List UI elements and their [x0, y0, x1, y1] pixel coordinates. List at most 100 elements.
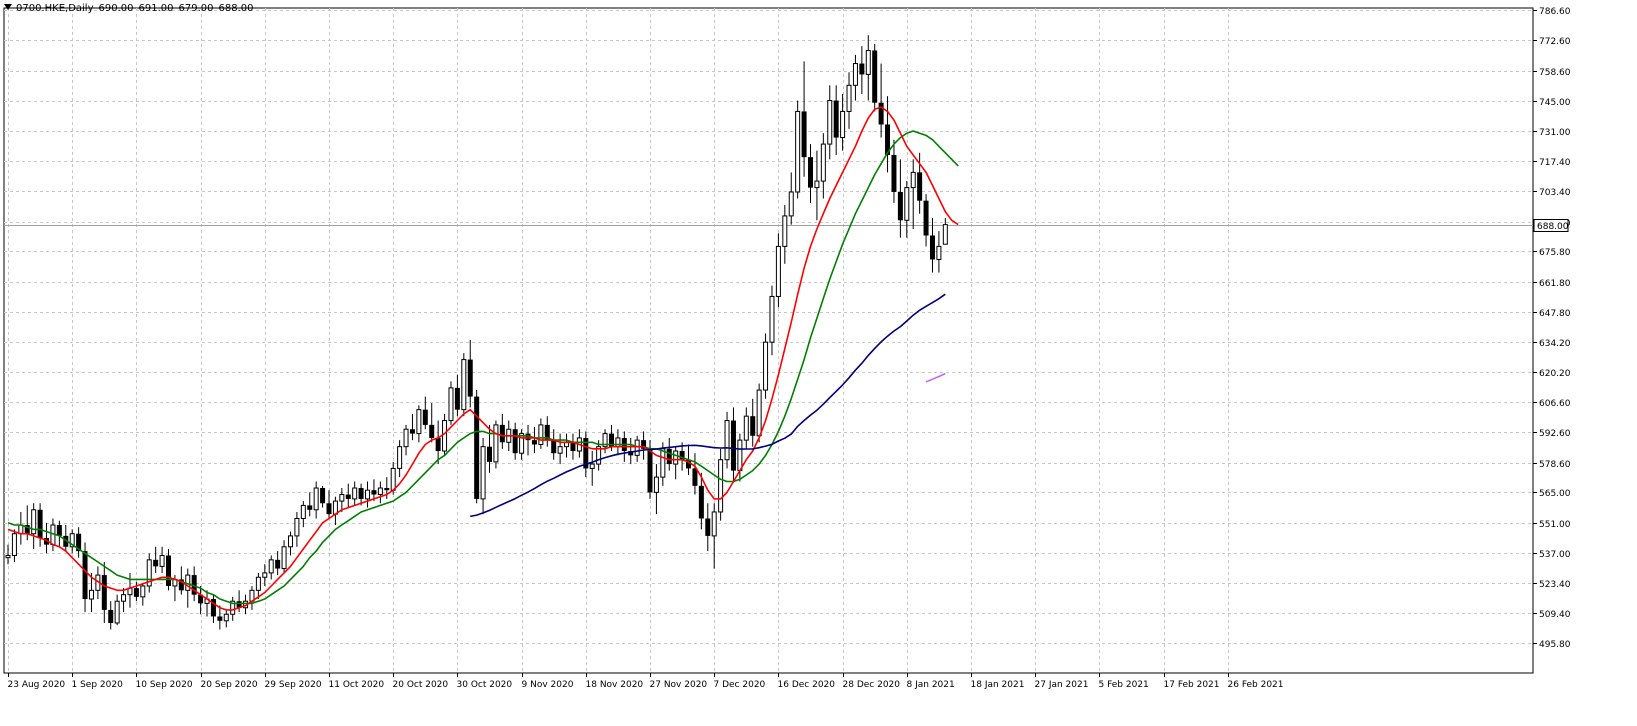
candle-body-bull: [88, 589, 94, 600]
candle-body-bear: [891, 154, 897, 192]
candle-body-bear: [422, 409, 428, 425]
symbol-label: 0700.HKE,Daily: [16, 3, 94, 14]
candle-body-bull: [416, 409, 422, 435]
candle-body-bull: [846, 84, 852, 112]
candle-body-bull: [461, 359, 467, 411]
candle-body-bull: [390, 467, 396, 491]
candle-body-bear: [326, 503, 332, 515]
candle-body-bull: [814, 180, 820, 189]
chart-svg: 786.60 772.60 758.60 745.00 731.00 717.40 703.…: [3, 7, 1571, 690]
chart-area: 786.60 772.60 758.60 745.00 731.00 717.40 703.…: [0, 0, 1637, 726]
candle-body-bear: [358, 488, 364, 499]
x-tick-label: 1 Sep 2020: [72, 680, 124, 690]
x-tick-label: 20 Sep 2020: [201, 680, 258, 690]
x-tick-label: 17 Feb 2021: [1164, 680, 1220, 690]
last-price-label: 688.00: [1537, 222, 1569, 232]
y-tick-label: 592.60: [1539, 429, 1571, 439]
candle-body-bull: [775, 245, 781, 297]
candle-body-bear: [320, 488, 326, 504]
candle-body-bull: [339, 494, 345, 502]
y-tick-label: 620.20: [1539, 369, 1571, 379]
candle-body-bull: [634, 439, 640, 456]
ohlc-low: 679.00: [178, 3, 214, 14]
ohlc-open: 690.00: [98, 3, 134, 14]
candle-body-bull: [294, 517, 300, 537]
candle-body-bear: [487, 446, 492, 462]
y-tick-label: 745.00: [1539, 98, 1571, 108]
candle-body-bull: [287, 535, 293, 548]
candle-body-bear: [275, 559, 281, 569]
candle-body-bull: [300, 504, 306, 519]
candle-body-bear: [166, 555, 171, 586]
candle-body-bear: [108, 609, 114, 623]
y-tick-label: 675.80: [1539, 248, 1571, 258]
candle-body-bull: [660, 448, 666, 478]
candle-body-bull: [865, 49, 871, 75]
x-tick-label: 8 Jan 2021: [907, 680, 955, 690]
x-tick-label: 7 Dec 2020: [714, 680, 766, 690]
ohlc-high: 691.00: [138, 3, 174, 14]
chevron-down-icon[interactable]: [4, 4, 12, 10]
candle-body-bull: [653, 476, 659, 493]
candle-body-bull: [262, 572, 268, 578]
candle-body-bear: [307, 505, 313, 510]
candle-body-bear: [750, 416, 756, 436]
y-tick-label: 772.60: [1539, 37, 1571, 47]
candle-body-bear: [917, 172, 923, 201]
candle-body-bear: [217, 616, 223, 621]
y-tick-label: 758.60: [1539, 68, 1571, 78]
candle-body-bear: [692, 468, 698, 486]
chart-title-bar[interactable]: 0700.HKE,Daily 690.00 691.00 679.00 688.00: [4, 3, 259, 14]
y-tick-label: 565.00: [1539, 489, 1571, 499]
candle-body-bear: [859, 63, 865, 75]
candle-body-bull: [782, 215, 788, 247]
y-tick-label: 647.80: [1539, 309, 1571, 319]
candle-body-bear: [371, 490, 377, 495]
candle-body-bear: [454, 387, 460, 410]
candle-body-bear: [101, 575, 107, 610]
candle-body-bear: [82, 551, 88, 600]
x-tick-label: 28 Dec 2020: [843, 680, 901, 690]
candle-body-bull: [365, 489, 371, 500]
candle-body-bull: [313, 487, 319, 511]
candle-body-bear: [345, 494, 351, 499]
candle-body-bull: [5, 554, 11, 559]
x-tick-label: 27 Nov 2020: [650, 680, 708, 690]
candle-body-bull: [448, 387, 454, 422]
candle-body-bull: [788, 191, 794, 217]
candle-body-bull: [852, 63, 858, 86]
candle-body-bear: [730, 420, 736, 471]
x-tick-label: 16 Dec 2020: [778, 680, 836, 690]
candle-body-bear: [474, 396, 480, 499]
candle-body-bear: [666, 448, 672, 465]
candle-body-bear: [499, 424, 505, 443]
candle-body-bear: [923, 200, 929, 236]
candle-body-bull: [255, 576, 261, 591]
candle-body-bull: [589, 463, 595, 469]
candle-body-bull: [737, 439, 743, 472]
candle-body-bear: [384, 488, 390, 491]
candle-body-bear: [897, 191, 903, 221]
candle-body-bull: [397, 446, 403, 469]
x-tick-label: 11 Oct 2020: [329, 680, 385, 690]
candle-body-bull: [332, 500, 338, 515]
candle-body-bear: [551, 440, 557, 454]
x-tick-label: 18 Jan 2021: [971, 680, 1025, 690]
candle-body-bull: [763, 341, 769, 391]
x-tick-label: 5 Feb 2021: [1099, 680, 1149, 690]
y-tick-label: 523.40: [1539, 580, 1571, 590]
candle-body-bear: [467, 359, 473, 397]
x-tick-label: 20 Oct 2020: [393, 680, 449, 690]
y-tick-label: 495.80: [1539, 640, 1571, 650]
candle-body-bull: [942, 224, 948, 245]
candle-body-bull: [756, 389, 762, 437]
candle-body-bull: [352, 487, 358, 500]
candle-body-bull: [223, 613, 229, 622]
candle-body-bull: [281, 546, 287, 570]
x-tick-label: 18 Nov 2020: [586, 680, 644, 690]
candle-body-bear: [56, 525, 62, 536]
candle-body-bull: [795, 110, 801, 193]
y-tick-label: 717.40: [1539, 158, 1571, 168]
candle-body-bull: [820, 143, 826, 182]
candle-body-bull: [114, 600, 120, 624]
